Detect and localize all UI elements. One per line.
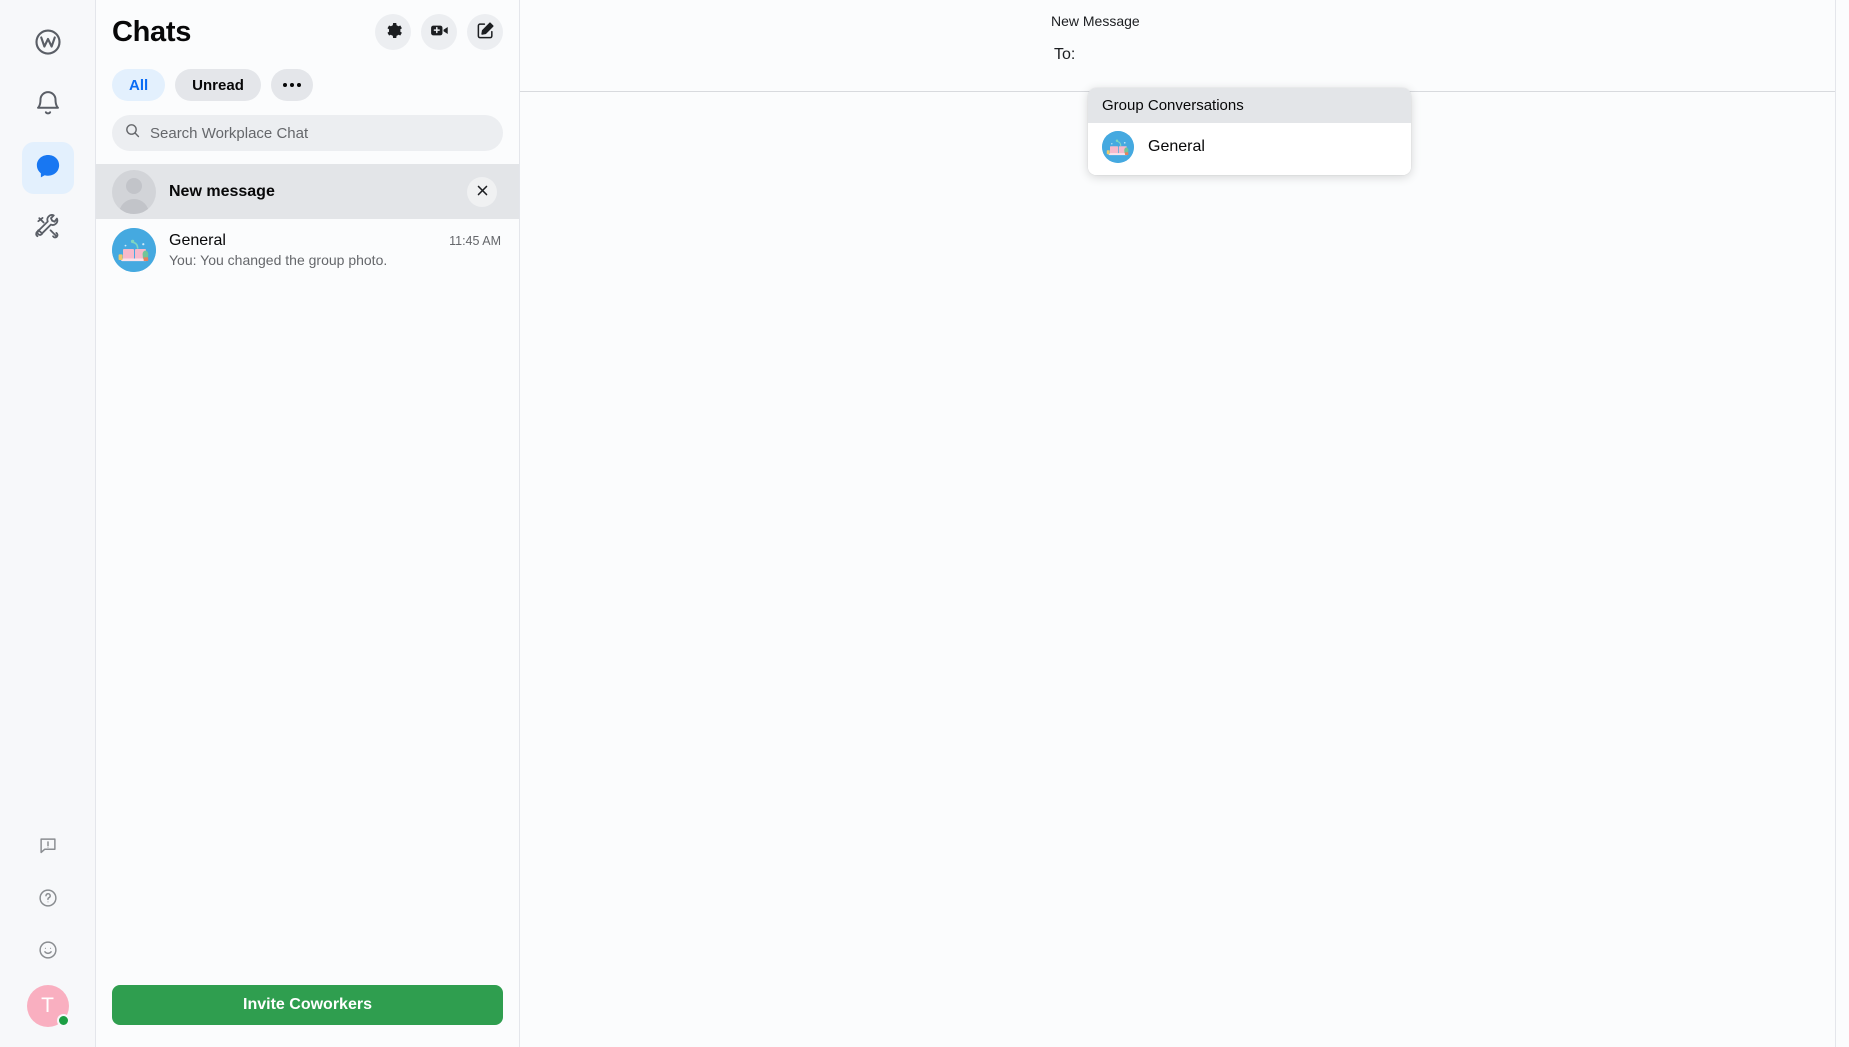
report-problem-icon[interactable] [29, 827, 67, 865]
group-photo-avatar [112, 228, 156, 272]
bell-icon [33, 89, 63, 124]
chat-list-header: Chats All Unread [96, 0, 519, 101]
settings-button[interactable] [375, 14, 411, 50]
tools-icon [33, 213, 62, 247]
new-message-title: New Message [1051, 13, 1140, 29]
vertical-scrollbar[interactable] [1835, 0, 1849, 1047]
smiley-icon[interactable] [29, 931, 67, 969]
search-input[interactable]: Search Workplace Chat [112, 115, 503, 151]
workplace-chat-app: T Chats All Unread Search Workplace Chat… [0, 0, 1849, 1047]
suggestion-item-general[interactable]: General [1088, 123, 1411, 175]
search-icon [124, 122, 141, 144]
rail-primary-nav [21, 0, 74, 256]
filter-all[interactable]: All [112, 69, 166, 101]
suggestion-label: General [1148, 138, 1205, 155]
compose-message-button[interactable] [467, 14, 503, 50]
page-title: Chats [112, 15, 192, 48]
close-new-message-button[interactable] [467, 176, 497, 207]
chat-header-actions [375, 14, 503, 50]
new-message-label: New message [169, 182, 275, 200]
filter-unread[interactable]: Unread [175, 69, 261, 101]
recipient-input[interactable] [1085, 40, 1819, 68]
recipient-label: To: [1054, 46, 1076, 63]
sidebar-item-chat[interactable] [21, 142, 74, 194]
ellipsis-icon [282, 83, 301, 87]
search-container: Search Workplace Chat [96, 101, 519, 164]
conversation-name: General [169, 232, 226, 249]
message-thread-area [520, 93, 1849, 1047]
left-nav-rail: T [0, 0, 96, 1047]
rail-secondary-nav: T [0, 827, 95, 1027]
sidebar-item-notifications[interactable] [22, 80, 74, 132]
conversation-timestamp: 11:45 AM [449, 234, 501, 248]
gear-icon [384, 21, 403, 43]
compose-icon [476, 21, 495, 43]
sidebar-item-admin-tools[interactable] [22, 204, 74, 256]
list-item-new-message[interactable]: New message [96, 164, 519, 219]
group-photo-avatar [1102, 131, 1134, 163]
suggestions-section-header: Group Conversations [1088, 88, 1411, 123]
close-icon [475, 183, 490, 201]
workplace-logo-icon [33, 27, 63, 62]
conversation-text: General 11:45 AM You: You changed the gr… [169, 232, 507, 268]
chat-list-panel: Chats All Unread Search Workplace Chat N… [96, 0, 520, 1047]
avatar[interactable]: T [26, 985, 70, 1027]
chat-filters: All Unread [112, 69, 503, 101]
chat-bubble-icon [33, 151, 63, 186]
search-placeholder: Search Workplace Chat [150, 124, 309, 142]
video-camera-plus-icon [429, 20, 450, 44]
new-message-header: New Message To: [520, 0, 1849, 92]
conversation-list: New message General 11:45 AM You: You ch… [96, 164, 519, 985]
conversation-preview: You: You changed the group photo. [169, 252, 388, 268]
generic-person-avatar [112, 169, 156, 214]
invite-coworkers-button[interactable]: Invite Coworkers [112, 985, 503, 1025]
sidebar-item-workplace-home[interactable] [22, 18, 74, 70]
list-item-conversation[interactable]: General 11:45 AM You: You changed the gr… [96, 219, 519, 281]
question-circle-icon[interactable] [29, 879, 67, 917]
presence-indicator [56, 1014, 70, 1027]
avatar-initial: T [41, 994, 54, 1017]
filter-more-button[interactable] [270, 69, 313, 101]
invite-container: Invite Coworkers [96, 985, 519, 1047]
new-message-panel: New Message To: Group Conversations Gene… [520, 0, 1849, 1047]
new-video-call-button[interactable] [421, 14, 457, 50]
recipient-suggestions-dropdown: Group Conversations General [1088, 88, 1411, 175]
